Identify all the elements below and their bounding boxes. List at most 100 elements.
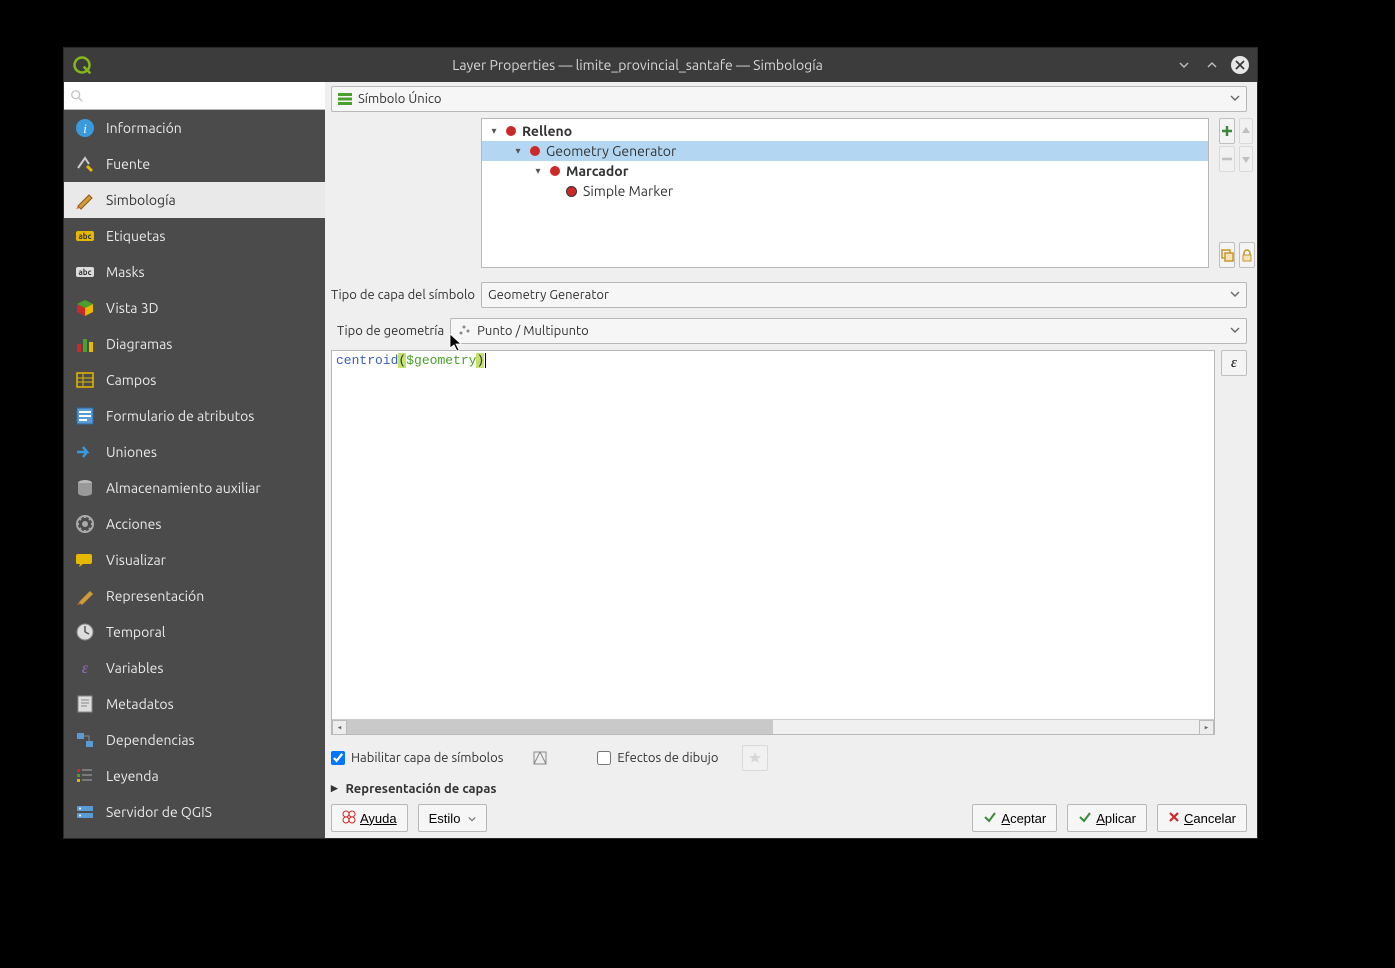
form-icon [74, 405, 96, 427]
chevron-down-icon [1230, 92, 1240, 106]
sidebar-item-uniones[interactable]: Uniones [64, 434, 325, 470]
add-symbol-layer-button[interactable] [1219, 118, 1235, 144]
sidebar-item-informacion[interactable]: iInformación [64, 110, 325, 146]
symbol-thumb-icon [530, 146, 540, 156]
digitizing-icon [74, 837, 96, 838]
qgis-app-icon [72, 55, 92, 75]
svg-text:ε: ε [82, 660, 89, 677]
metadata-icon [74, 693, 96, 715]
expression-builder-button[interactable]: ε [1221, 350, 1247, 376]
maximize-button[interactable] [1203, 56, 1221, 74]
chevron-down-icon [468, 811, 476, 826]
sidebar-item-leyenda[interactable]: Leyenda [64, 758, 325, 794]
duplicate-symbol-layer-button[interactable] [1219, 242, 1235, 268]
geometry-type-label: Tipo de geometría [337, 324, 444, 338]
symbol-layer-tree[interactable]: ▾ Relleno ▾ Geometry Generator ▾ Marcado… [481, 118, 1209, 268]
rendering-icon [74, 585, 96, 607]
cancel-button[interactable]: Cancelar [1157, 804, 1247, 832]
tree-row-geometry-generator[interactable]: ▾ Geometry Generator [482, 141, 1208, 161]
expression-editor[interactable]: centroid($geometry) ◂ ▸ [331, 350, 1215, 735]
renderer-type-combo[interactable]: Símbolo Único [331, 86, 1247, 112]
minimize-button[interactable] [1175, 56, 1193, 74]
move-down-button[interactable] [1239, 146, 1253, 172]
sidebar-item-acciones[interactable]: Acciones [64, 506, 325, 542]
layer-rendering-collapse[interactable]: ▸ Representación de capas [331, 781, 1247, 796]
layer-type-label: Tipo de capa del símbolo [331, 288, 475, 302]
sidebar-item-servidor[interactable]: Servidor de QGIS [64, 794, 325, 830]
sidebar-search[interactable] [64, 82, 325, 110]
symbology-icon [74, 189, 96, 211]
tree-row-simple-marker[interactable]: Simple Marker [482, 181, 1208, 201]
sidebar-item-temporal[interactable]: Temporal [64, 614, 325, 650]
labels-icon: abc [74, 225, 96, 247]
chevron-down-icon [1230, 288, 1240, 302]
lock-symbol-layer-button[interactable] [1239, 242, 1255, 268]
apply-button[interactable]: Aplicar [1067, 804, 1147, 832]
source-icon [74, 153, 96, 175]
sidebar-item-simbologia[interactable]: Simbología [64, 182, 325, 218]
check-icon [983, 810, 997, 827]
draw-effects-config-button[interactable] [742, 745, 768, 771]
window-controls [1175, 56, 1249, 74]
info-icon: i [74, 117, 96, 139]
sidebar-item-variables[interactable]: εVariables [64, 650, 325, 686]
sidebar-item-formulario[interactable]: Formulario de atributos [64, 398, 325, 434]
horizontal-scrollbar[interactable]: ◂ ▸ [332, 719, 1214, 734]
sidebar-item-dependencias[interactable]: Dependencias [64, 722, 325, 758]
search-icon [70, 89, 84, 103]
scrollbar-thumb[interactable] [347, 720, 773, 734]
3d-icon [74, 297, 96, 319]
sidebar-item-digitalizacion[interactable]: Digitalización [64, 830, 325, 838]
svg-text:abc: abc [78, 268, 91, 277]
sidebar-item-campos[interactable]: Campos [64, 362, 325, 398]
single-symbol-icon [338, 92, 352, 106]
check-icon [1078, 810, 1092, 827]
move-up-button[interactable] [1239, 118, 1253, 144]
scroll-left-icon[interactable]: ◂ [332, 720, 347, 735]
joins-icon [74, 441, 96, 463]
search-input[interactable] [88, 88, 319, 103]
tree-row-marcador[interactable]: ▾ Marcador [482, 161, 1208, 181]
cancel-icon [1168, 811, 1180, 826]
sidebar-item-vista3d[interactable]: Vista 3D [64, 290, 325, 326]
titlebar: Layer Properties — limite_provincial_san… [64, 48, 1257, 82]
sidebar-item-masks[interactable]: abcMasks [64, 254, 325, 290]
close-button[interactable] [1231, 56, 1249, 74]
server-icon [74, 801, 96, 823]
sidebar-item-diagramas[interactable]: Diagramas [64, 326, 325, 362]
diagrams-icon [74, 333, 96, 355]
enable-symbol-layer-checkbox[interactable]: Habilitar capa de símbolos [331, 751, 503, 765]
symbol-thumb-icon [506, 126, 516, 136]
point-icon [457, 323, 471, 340]
sidebar-item-metadatos[interactable]: Metadatos [64, 686, 325, 722]
sidebar-item-etiquetas[interactable]: abcEtiquetas [64, 218, 325, 254]
data-defined-enable-button[interactable] [527, 745, 553, 771]
expander-icon[interactable]: ▾ [532, 165, 544, 177]
expander-icon[interactable]: ▾ [488, 125, 500, 137]
sidebar-item-auxstorage[interactable]: Almacenamiento auxiliar [64, 470, 325, 506]
sidebar-item-representacion[interactable]: Representación [64, 578, 325, 614]
tree-row-relleno[interactable]: ▾ Relleno [482, 121, 1208, 141]
remove-symbol-layer-button[interactable] [1219, 146, 1235, 172]
actions-icon [74, 513, 96, 535]
expander-icon[interactable]: ▾ [512, 145, 524, 157]
style-menu-button[interactable]: Estilo [418, 804, 488, 832]
dialog-footer: Ayuda Estilo Aceptar Aplicar Cancel [331, 804, 1247, 832]
geometry-type-combo[interactable]: Punto / Multipunto [450, 318, 1247, 344]
sidebar-item-visualizar[interactable]: Visualizar [64, 542, 325, 578]
scroll-right-icon[interactable]: ▸ [1199, 720, 1214, 735]
sidebar-item-fuente[interactable]: Fuente [64, 146, 325, 182]
text-cursor [485, 353, 494, 368]
help-button[interactable]: Ayuda [331, 804, 408, 832]
display-icon [74, 549, 96, 571]
masks-icon: abc [74, 261, 96, 283]
symbol-thumb-icon [550, 166, 560, 176]
layer-type-combo[interactable]: Geometry Generator [481, 282, 1247, 308]
content-panel: Símbolo Único ▾ Relleno ▾ Geometry Gener… [325, 82, 1257, 838]
chevron-down-icon [1230, 324, 1240, 338]
layer-properties-window: Layer Properties — limite_provincial_san… [63, 47, 1258, 839]
ok-button[interactable]: Aceptar [972, 804, 1057, 832]
svg-text:abc: abc [78, 232, 91, 241]
draw-effects-checkbox[interactable]: Efectos de dibujo [597, 751, 718, 765]
window-title: Layer Properties — limite_provincial_san… [100, 57, 1175, 73]
